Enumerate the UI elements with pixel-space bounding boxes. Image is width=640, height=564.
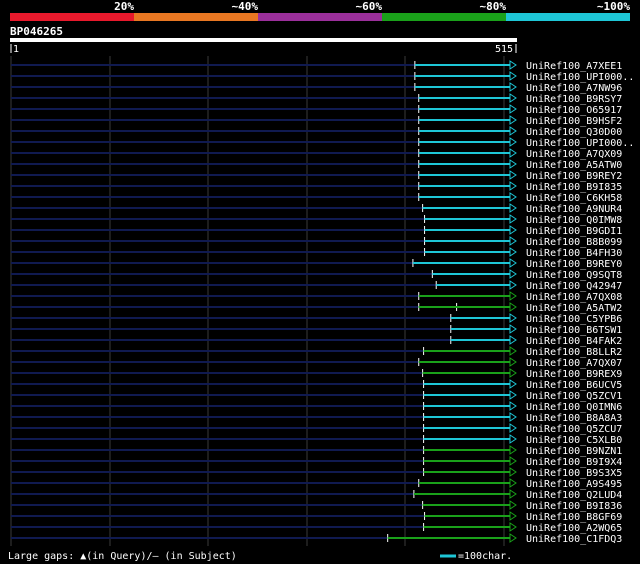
query-bar: [10, 38, 517, 42]
hit-label: UniRef100_A7QX08: [526, 292, 622, 303]
legend-swatch-80: [382, 13, 506, 21]
hit-label: UniRef100_B9S3X5: [526, 468, 622, 479]
hit-label: UniRef100_B9REX9: [526, 369, 622, 380]
hit-label: UniRef100_B9HSF2: [526, 116, 622, 127]
scale-note: =100char.: [458, 551, 512, 562]
legend-label-100: ~100%: [597, 0, 630, 13]
hit-label: UniRef100_O65917: [526, 105, 622, 116]
hit-label: UniRef100_A7XEE1: [526, 61, 622, 72]
hit-label: UniRef100_Q5ZCU7: [526, 424, 622, 435]
hit-label: UniRef100_B6UCV5: [526, 380, 622, 391]
hit-label: UniRef100_C6KH58: [526, 193, 622, 204]
hit-label: UniRef100_Q2LUD4: [526, 490, 622, 501]
hit-label: UniRef100_B8GF69: [526, 512, 622, 523]
hit-label: UniRef100_B9I836: [526, 501, 622, 512]
query-end-label: 515: [495, 44, 513, 55]
hit-label: UniRef100_UPI000..: [526, 72, 634, 83]
query-id: BP046265: [10, 25, 63, 38]
hit-label: UniRef100_B9RSY7: [526, 94, 622, 105]
query-start-label: 1: [13, 44, 19, 55]
legend-label-20: 20%: [114, 0, 134, 13]
hit-label: UniRef100_Q42947: [526, 281, 622, 292]
hit-label: UniRef100_A2WQ65: [526, 523, 622, 534]
hit-label: UniRef100_A7QX07: [526, 358, 622, 369]
hit-label: UniRef100_A5ATW2: [526, 303, 622, 314]
hit-label: UniRef100_Q5ZCV1: [526, 391, 622, 402]
hit-label: UniRef100_A5ATW0: [526, 160, 622, 171]
hit-label: UniRef100_Q9SQT8: [526, 270, 622, 281]
alignment-overview: 20% ~40% ~60% ~80% ~100% BP046265 1 515 …: [0, 0, 640, 564]
hit-label: UniRef100_A9S495: [526, 479, 622, 490]
hit-label: UniRef100_B4FAK2: [526, 336, 622, 347]
hit-label: UniRef100_B9I9X4: [526, 457, 622, 468]
hit-label: UniRef100_B9GDI1: [526, 226, 622, 237]
hit-label: UniRef100_B9I835: [526, 182, 622, 193]
legend-swatch-40: [134, 13, 258, 21]
hit-label: UniRef100_B9REY2: [526, 171, 622, 182]
hit-label: UniRef100_C1FDQ3: [526, 534, 622, 545]
legend-swatch-20: [10, 13, 134, 21]
legend-label-80: ~80%: [480, 0, 507, 13]
legend-label-60: ~60%: [356, 0, 383, 13]
hit-label: UniRef100_A7QX09: [526, 149, 622, 160]
hit-label: UniRef100_B4FH30: [526, 248, 622, 259]
legend-label-40: ~40%: [232, 0, 259, 13]
hit-label: UniRef100_Q0IMW8: [526, 215, 622, 226]
hit-label: UniRef100_B9NZN1: [526, 446, 622, 457]
hit-label: UniRef100_B8LLR2: [526, 347, 622, 358]
legend-swatch-100: [506, 13, 630, 21]
hit-label: UniRef100_B9REY0: [526, 259, 622, 270]
hit-label: UniRef100_A7NW96: [526, 83, 622, 94]
hit-label: UniRef100_Q30D00: [526, 127, 622, 138]
legend-swatch-60: [258, 13, 382, 21]
hit-label: UniRef100_A9NUR4: [526, 204, 622, 215]
hit-label: UniRef100_C5YPB6: [526, 314, 622, 325]
hit-label: UniRef100_C5XLB0: [526, 435, 622, 446]
hit-label: UniRef100_Q0IMN6: [526, 402, 622, 413]
gaps-note: Large gaps: ▲(in Query)/– (in Subject): [8, 551, 237, 562]
hit-label: UniRef100_B8A8A3: [526, 413, 622, 424]
hit-label: UniRef100_UPI000..: [526, 138, 634, 149]
hit-label: UniRef100_B8B099: [526, 237, 622, 248]
hit-label: UniRef100_B6TSW1: [526, 325, 622, 336]
